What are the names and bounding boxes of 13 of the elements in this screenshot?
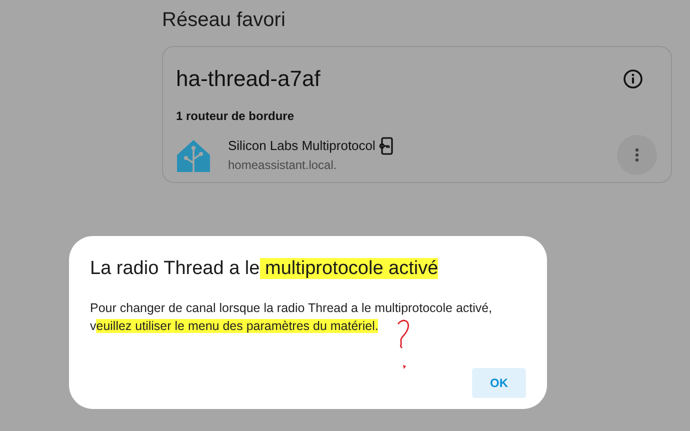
router-host: homeassistant.local.: [228, 157, 338, 174]
dialog-message: Pour changer de canal lorsque la radio Thread a le multiprotocole activé, veuillez utiliser le menu des paramètres du matériel.: [90, 300, 494, 335]
question-mark-drawing: [396, 318, 412, 370]
home-logo-icon: [176, 138, 211, 172]
dialog-title: La radio Thread a le multiprotocole activé: [90, 257, 440, 281]
section-title: Réseau favori: [162, 8, 286, 32]
more-vertical-icon: [635, 148, 639, 162]
ok-button[interactable]: OK: [472, 368, 526, 398]
key-phone-icon: [379, 136, 394, 154]
info-icon[interactable]: [623, 69, 643, 89]
border-router-count: 1 routeur de bordure: [176, 108, 296, 125]
router-name: Silicon Labs Multiprotocol: [228, 136, 376, 155]
network-title: ha-thread-a7af: [176, 65, 320, 93]
